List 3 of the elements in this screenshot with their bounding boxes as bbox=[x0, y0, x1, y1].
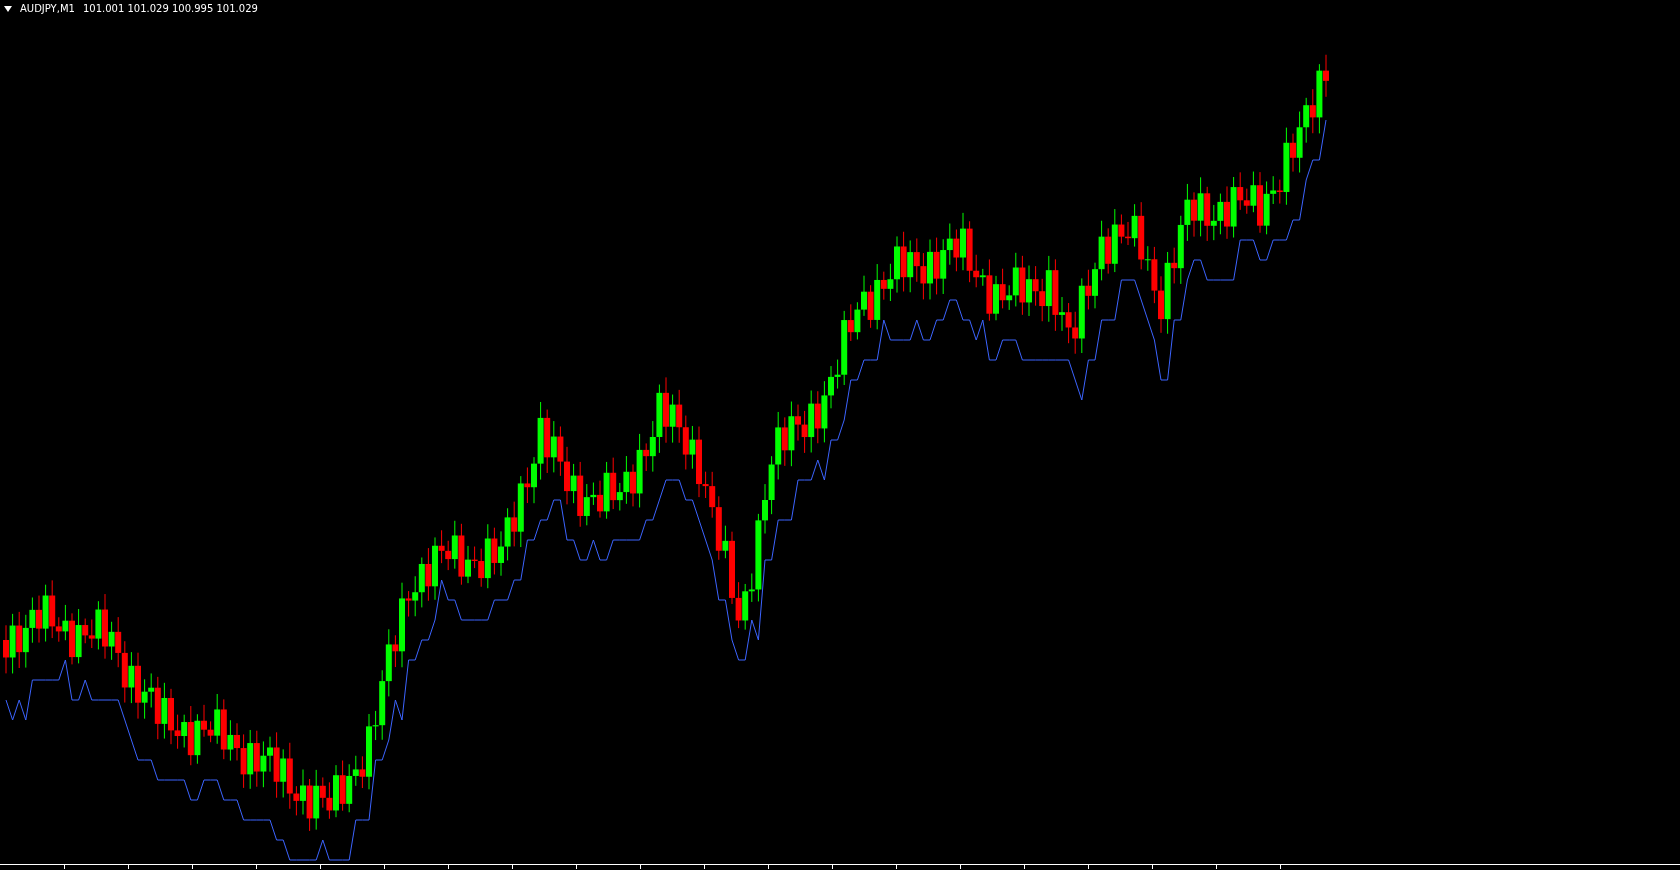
symbol-label: AUDJPY,M1 bbox=[20, 2, 75, 16]
dropdown-triangle-icon[interactable] bbox=[4, 6, 12, 12]
price-quotes: 101.001 101.029 100.995 101.029 bbox=[82, 2, 258, 16]
